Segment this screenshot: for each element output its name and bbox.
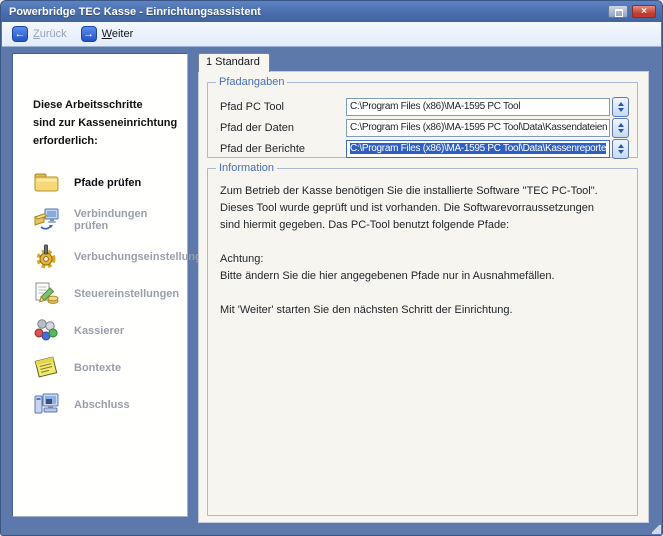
app-window: Powerbridge TEC Kasse - Einrichtungsassi… bbox=[0, 0, 663, 536]
folder-icon bbox=[33, 169, 60, 196]
step-label: Steuereinstellungen bbox=[74, 288, 179, 300]
tab-standard[interactable]: 1 Standard bbox=[198, 53, 270, 72]
sidebar-intro-line: sind zur Kasseneinrichtung bbox=[33, 114, 181, 132]
steps-list: Pfade prüfen bbox=[33, 164, 181, 423]
wizard-toolbar: Zurück Weiter bbox=[2, 22, 661, 47]
window-title: Powerbridge TEC Kasse - Einrichtungsassi… bbox=[9, 6, 608, 18]
users-icon bbox=[33, 317, 60, 344]
information-groupbox: Information Zum Betrieb der Kasse benöti… bbox=[207, 168, 638, 516]
info-line: Mit 'Weiter' starten Sie den nächsten Sc… bbox=[220, 302, 627, 319]
step-steuereinstellungen: Steuereinstellungen bbox=[33, 275, 181, 312]
field-row-berichte: Pfad der Berichte C:\Program Files (x86)… bbox=[220, 138, 629, 159]
tax-document-icon bbox=[33, 280, 60, 307]
step-pfade-pruefen: Pfade prüfen bbox=[33, 164, 181, 201]
sidebar-intro-line: erforderlich: bbox=[33, 132, 181, 150]
resize-grip[interactable] bbox=[652, 525, 661, 534]
berichte-path-label: Pfad der Berichte bbox=[220, 143, 346, 155]
window-controls bbox=[608, 5, 656, 18]
info-line: Zum Betrieb der Kasse benötigen Sie die … bbox=[220, 183, 627, 200]
step-label: Verbindungen prüfen bbox=[74, 208, 181, 232]
field-row-pc-tool: Pfad PC Tool C:\Program Files (x86)\MA-1… bbox=[220, 96, 629, 117]
titlebar[interactable]: Powerbridge TEC Kasse - Einrichtungsassi… bbox=[1, 1, 662, 22]
path-fields: Pfad PC Tool C:\Program Files (x86)\MA-1… bbox=[208, 83, 637, 159]
field-row-daten: Pfad der Daten C:\Program Files (x86)\MA… bbox=[220, 117, 629, 138]
step-label: Pfade prüfen bbox=[74, 177, 141, 189]
sticky-note-icon bbox=[33, 354, 60, 381]
close-icon[interactable] bbox=[632, 5, 656, 18]
pc-tool-path-input[interactable]: C:\Program Files (x86)\MA-1595 PC Tool bbox=[346, 98, 610, 116]
information-legend: Information bbox=[216, 162, 277, 174]
back-button[interactable]: Zurück bbox=[12, 26, 67, 42]
main-area: 1 Standard Pfadangaben Pfad PC Tool C:\P… bbox=[198, 53, 649, 523]
restore-icon[interactable] bbox=[608, 5, 628, 18]
connections-icon bbox=[33, 206, 60, 233]
info-line bbox=[220, 234, 627, 251]
daten-path-label: Pfad der Daten bbox=[220, 122, 346, 134]
info-line: Achtung: bbox=[220, 251, 627, 268]
step-label: Abschluss bbox=[74, 399, 130, 411]
berichte-path-input[interactable]: C:\Program Files (x86)\MA-1595 PC Tool\D… bbox=[346, 140, 610, 158]
info-line: sind hiermit gegeben. Das PC-Tool benutz… bbox=[220, 217, 627, 234]
pc-tool-path-spinner[interactable] bbox=[612, 97, 629, 117]
step-verbuchungseinstellungen: Verbuchungseinstellungen bbox=[33, 238, 181, 275]
standard-panel: Pfadangaben Pfad PC Tool C:\Program File… bbox=[198, 71, 649, 523]
info-line: Bitte ändern Sie die hier angegebenen Pf… bbox=[220, 268, 627, 285]
computer-icon bbox=[33, 391, 60, 418]
sidebar-intro-line: Diese Arbeitsschritte bbox=[33, 96, 181, 114]
step-abschluss: Abschluss bbox=[33, 386, 181, 423]
arrow-right-icon bbox=[81, 26, 97, 42]
steps-sidebar: Diese Arbeitsschritte sind zur Kassenein… bbox=[12, 53, 188, 517]
daten-path-spinner[interactable] bbox=[612, 118, 629, 138]
daten-path-input[interactable]: C:\Program Files (x86)\MA-1595 PC Tool\D… bbox=[346, 119, 610, 137]
pc-tool-path-label: Pfad PC Tool bbox=[220, 101, 346, 113]
pfadangaben-groupbox: Pfadangaben Pfad PC Tool C:\Program File… bbox=[207, 82, 638, 158]
berichte-path-spinner[interactable] bbox=[612, 139, 629, 159]
next-button[interactable]: Weiter bbox=[81, 26, 134, 42]
back-button-label: Zurück bbox=[33, 28, 67, 40]
step-verbindungen-pruefen: Verbindungen prüfen bbox=[33, 201, 181, 238]
next-button-label: Weiter bbox=[102, 28, 134, 40]
step-label: Kassierer bbox=[74, 325, 124, 337]
arrow-left-icon bbox=[12, 26, 28, 42]
gear-icon bbox=[33, 243, 60, 270]
information-text: Zum Betrieb der Kasse benötigen Sie die … bbox=[208, 169, 637, 319]
content-area: Diese Arbeitsschritte sind zur Kassenein… bbox=[4, 47, 659, 531]
step-label: Verbuchungseinstellungen bbox=[74, 251, 215, 263]
step-kassierer: Kassierer bbox=[33, 312, 181, 349]
info-line: Dieses Tool wurde geprüft und ist vorhan… bbox=[220, 200, 627, 217]
pfadangaben-legend: Pfadangaben bbox=[216, 76, 287, 88]
step-bontexte: Bontexte bbox=[33, 349, 181, 386]
info-line bbox=[220, 285, 627, 302]
step-label: Bontexte bbox=[74, 362, 121, 374]
